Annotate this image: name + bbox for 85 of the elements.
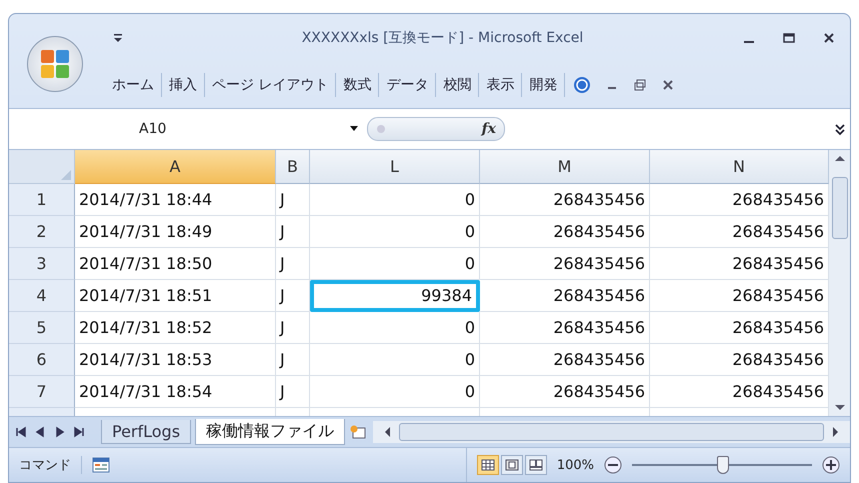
ribbon-tab[interactable]: ページ レイアウト <box>205 73 336 97</box>
table-cell: J <box>276 312 310 344</box>
restore-icon[interactable] <box>633 78 648 92</box>
maximize-icon[interactable] <box>782 31 796 45</box>
table-cell: J <box>276 248 310 280</box>
table-cell: 268435456 <box>480 184 650 216</box>
grid-icon <box>480 459 495 471</box>
quick-access-dropdown-icon[interactable] <box>113 33 123 43</box>
table-cell: 0 <box>310 184 480 216</box>
table-cell: 268435456 <box>480 248 650 280</box>
page-break-view-button[interactable] <box>524 455 547 475</box>
table-cell: 0 <box>310 312 480 344</box>
page-split-icon <box>528 459 543 471</box>
column-header[interactable]: N <box>650 150 829 184</box>
help-icon[interactable] <box>573 76 592 94</box>
table-cell: 2014/7/31 18:51 <box>75 280 276 312</box>
row-header[interactable]: 5 <box>9 312 75 344</box>
table-cell: 0 <box>310 248 480 280</box>
table-cell: 2014/7/31 18:44 <box>75 184 276 216</box>
table-cell: 268435456 <box>480 280 650 312</box>
table-cell: 268435456 <box>480 344 650 376</box>
table-cell: 2014/7/31 18:53 <box>75 344 276 376</box>
vertical-scrollbar[interactable] <box>829 150 850 416</box>
table-cell: 0 <box>310 376 480 408</box>
table-cell: 0 <box>310 344 480 376</box>
column-header[interactable]: B <box>276 150 310 184</box>
zoom-out-icon[interactable] <box>604 456 622 474</box>
dropdown-arrow-icon[interactable] <box>349 125 359 133</box>
column-header[interactable]: M <box>480 150 650 184</box>
page-layout-view-button[interactable] <box>500 455 523 475</box>
table-cell: J <box>276 184 310 216</box>
table-cell: J <box>276 280 310 312</box>
row-header[interactable]: 2 <box>9 216 75 248</box>
sheet-tab[interactable]: 稼働情報ファイル <box>195 419 346 445</box>
column-header[interactable]: A <box>75 150 276 184</box>
ribbon-tab[interactable]: データ <box>379 73 436 97</box>
scroll-up-icon[interactable] <box>832 154 846 162</box>
table-cell: J <box>276 376 310 408</box>
table-cell: 2014/7/31 18:54 <box>75 376 276 408</box>
row-header[interactable]: 3 <box>9 248 75 280</box>
table-cell: 99384 <box>310 280 480 312</box>
scroll-right-icon[interactable] <box>832 426 840 438</box>
expand-chevron-icon[interactable] <box>834 122 846 136</box>
table-cell: J <box>276 344 310 376</box>
table-cell: 2014/7/31 18:52 <box>75 312 276 344</box>
table-cell: 2014/7/31 18:50 <box>75 248 276 280</box>
table-cell: 268435456 <box>480 312 650 344</box>
page-icon <box>504 459 519 471</box>
status-mode: コマンド <box>19 456 82 474</box>
ribbon-tab[interactable]: 数式 <box>336 73 380 97</box>
row-header[interactable]: 6 <box>9 344 75 376</box>
name-box[interactable]: A10 <box>9 109 367 149</box>
table-cell: 0 <box>310 216 480 248</box>
table-cell: 2014/7/31 18:49 <box>75 216 276 248</box>
ribbon-tab[interactable]: 校閲 <box>436 73 480 97</box>
insert-function-button[interactable]: fx <box>482 121 496 137</box>
ribbon-tab[interactable]: ホーム <box>105 73 162 97</box>
scroll-down-icon[interactable] <box>832 404 846 412</box>
ribbon-tab[interactable]: 開発 <box>522 73 566 97</box>
office-logo <box>38 47 72 81</box>
table-cell: 268435456 <box>480 216 650 248</box>
macro-record-icon[interactable] <box>92 457 110 473</box>
normal-view-button[interactable] <box>476 455 499 475</box>
function-field[interactable]: fx <box>367 117 505 141</box>
row-header[interactable]: 7 <box>9 376 75 408</box>
window-title: XXXXXXxls [互換モード] - Microsoft Excel <box>300 29 584 47</box>
scroll-thumb[interactable] <box>399 423 824 441</box>
row-header[interactable]: 1 <box>9 184 75 216</box>
close-icon[interactable] <box>661 78 676 92</box>
horizontal-scrollbar[interactable] <box>373 421 850 443</box>
zoom-level: 100% <box>556 458 594 472</box>
column-header[interactable]: L <box>310 150 480 184</box>
zoom-slider-thumb[interactable] <box>717 456 729 474</box>
triangle-icon <box>61 170 71 180</box>
scroll-left-icon[interactable] <box>383 426 392 438</box>
table-cell: J <box>276 216 310 248</box>
close-icon[interactable] <box>822 31 836 45</box>
scroll-thumb[interactable] <box>832 177 848 239</box>
zoom-in-icon[interactable] <box>822 456 840 474</box>
ribbon-tab[interactable]: 挿入 <box>162 73 205 97</box>
table-cell: 268435456 <box>480 376 650 408</box>
circle-icon <box>376 124 386 134</box>
row-header[interactable]: 4 <box>9 280 75 312</box>
sheet-tab[interactable]: PerfLogs <box>101 420 192 444</box>
ribbon-tab[interactable]: 表示 <box>479 73 522 97</box>
